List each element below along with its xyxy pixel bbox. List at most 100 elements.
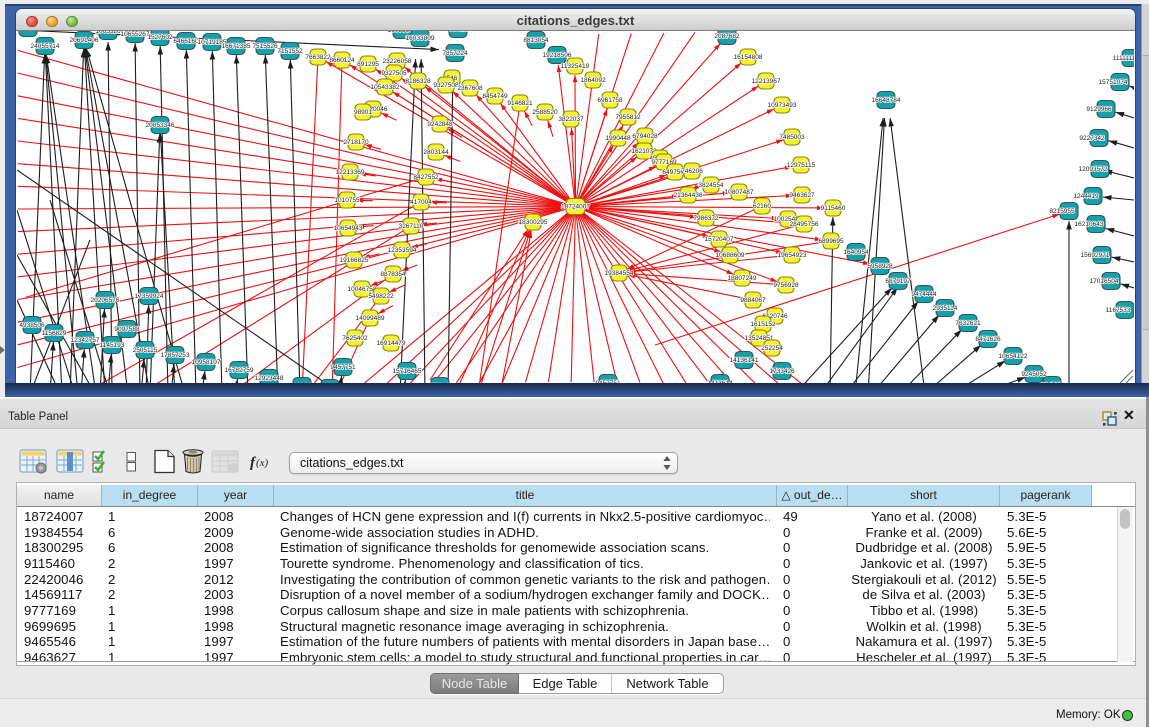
svg-text:18807249: 18807249 bbox=[728, 275, 757, 282]
svg-text:1065526: 1065526 bbox=[95, 31, 121, 35]
svg-text:7485003: 7485003 bbox=[779, 134, 805, 141]
svg-text:8878354: 8878354 bbox=[380, 271, 406, 278]
svg-text:3267110: 3267110 bbox=[399, 223, 424, 230]
svg-text:1615152: 1615152 bbox=[750, 321, 776, 328]
svg-text:1733426: 1733426 bbox=[769, 368, 795, 375]
svg-text:7625402: 7625402 bbox=[342, 335, 368, 342]
svg-text:12213369: 12213369 bbox=[336, 169, 365, 176]
svg-text:10543382: 10543382 bbox=[371, 84, 400, 91]
svg-text:6879197: 6879197 bbox=[885, 278, 911, 285]
svg-text:1244419: 1244419 bbox=[1073, 193, 1099, 200]
svg-text:21364436: 21364436 bbox=[674, 192, 703, 199]
svg-text:17857253: 17857253 bbox=[161, 352, 190, 359]
svg-text:7515526: 7515526 bbox=[252, 43, 278, 50]
svg-text:8186328: 8186328 bbox=[405, 78, 431, 85]
svg-text:8471626: 8471626 bbox=[975, 336, 1001, 343]
svg-text:10688609: 10688609 bbox=[716, 252, 745, 259]
svg-text:10958107: 10958107 bbox=[192, 359, 221, 366]
svg-text:3822037: 3822037 bbox=[558, 116, 584, 123]
svg-text:7955812: 7955812 bbox=[615, 114, 641, 121]
svg-text:20053346: 20053346 bbox=[146, 122, 175, 129]
svg-text:1111111: 1111111 bbox=[1113, 55, 1134, 62]
svg-text:16033809: 16033809 bbox=[406, 35, 435, 42]
svg-text:15720407: 15720407 bbox=[705, 236, 734, 243]
svg-text:7857224: 7857224 bbox=[445, 31, 471, 33]
svg-text:9129966: 9129966 bbox=[1086, 106, 1112, 113]
svg-text:9457751: 9457751 bbox=[330, 364, 356, 371]
svg-text:4938506: 4938506 bbox=[19, 322, 45, 329]
svg-text:1061206: 1061206 bbox=[17, 31, 41, 32]
svg-text:19384554: 19384554 bbox=[605, 270, 634, 277]
svg-text:20206576: 20206576 bbox=[91, 297, 120, 304]
svg-text:2718170: 2718170 bbox=[343, 139, 369, 146]
svg-text:10654943: 10654943 bbox=[334, 225, 363, 232]
svg-text:2803144: 2803144 bbox=[423, 149, 449, 156]
svg-text:9474444: 9474444 bbox=[911, 291, 937, 298]
svg-text:2505115: 2505115 bbox=[133, 347, 158, 354]
svg-text:2367608: 2367608 bbox=[457, 85, 483, 92]
svg-text:1167533: 1167533 bbox=[1106, 307, 1131, 314]
svg-text:9756928: 9756928 bbox=[773, 282, 799, 289]
svg-text:12093572: 12093572 bbox=[1079, 166, 1108, 173]
svg-text:2588520: 2588520 bbox=[532, 109, 558, 116]
svg-text:24055714: 24055714 bbox=[31, 43, 60, 50]
svg-text:18724007: 18724007 bbox=[561, 204, 590, 211]
svg-text:19218506: 19218506 bbox=[543, 52, 572, 59]
svg-text:746206: 746206 bbox=[681, 168, 703, 175]
svg-text:7857224: 7857224 bbox=[442, 50, 468, 57]
svg-text:16154808: 16154808 bbox=[734, 54, 763, 61]
svg-text:1990448: 1990448 bbox=[605, 135, 631, 142]
svg-text:10973493: 10973493 bbox=[768, 102, 797, 109]
svg-text:2087682: 2087682 bbox=[714, 33, 740, 40]
svg-text:7632621: 7632621 bbox=[955, 320, 981, 327]
svg-text:6466160: 6466160 bbox=[173, 38, 199, 45]
svg-text:28495756: 28495756 bbox=[790, 221, 819, 228]
svg-text:20691406: 20691406 bbox=[70, 37, 99, 44]
svg-text:417004: 417004 bbox=[410, 199, 432, 206]
svg-text:9146821: 9146821 bbox=[507, 100, 533, 107]
svg-text:1640954: 1640954 bbox=[843, 249, 869, 256]
svg-text:1145193: 1145193 bbox=[100, 342, 125, 349]
svg-text:(x): (x) bbox=[256, 457, 269, 469]
svg-text:12353594: 12353594 bbox=[388, 247, 417, 254]
svg-text:14136141: 14136141 bbox=[730, 357, 759, 364]
svg-text:8427552: 8427552 bbox=[413, 174, 439, 181]
svg-text:19166825: 19166825 bbox=[340, 257, 369, 264]
svg-text:9327508: 9327508 bbox=[433, 82, 459, 89]
svg-text:7986372: 7986372 bbox=[693, 215, 719, 222]
svg-text:1864092: 1864092 bbox=[580, 77, 606, 84]
svg-text:6899695: 6899695 bbox=[818, 238, 844, 245]
svg-text:15716465: 15716465 bbox=[393, 368, 422, 375]
svg-text:16914479: 16914479 bbox=[377, 340, 406, 347]
svg-text:1527602: 1527602 bbox=[147, 34, 173, 41]
svg-text:16210643: 16210643 bbox=[1075, 221, 1104, 228]
svg-text:9245052: 9245052 bbox=[1021, 371, 1047, 378]
svg-text:10046758: 10046758 bbox=[348, 286, 377, 293]
svg-text:12213967: 12213967 bbox=[752, 78, 781, 85]
svg-text:16648784: 16648784 bbox=[872, 97, 901, 104]
svg-text:17016504: 17016504 bbox=[1090, 278, 1119, 285]
svg-text:10655267: 10655267 bbox=[121, 31, 150, 38]
svg-text:5498222: 5498222 bbox=[368, 293, 394, 300]
svg-text:23226058: 23226058 bbox=[383, 58, 412, 65]
svg-text:7663822: 7663822 bbox=[305, 54, 331, 61]
svg-text:6794028: 6794028 bbox=[632, 133, 658, 140]
svg-text:12342757: 12342757 bbox=[71, 337, 100, 344]
svg-text:252254: 252254 bbox=[761, 345, 783, 352]
svg-text:98901: 98901 bbox=[354, 109, 372, 116]
svg-text:15692971: 15692971 bbox=[1081, 252, 1110, 259]
svg-text:9115460: 9115460 bbox=[821, 205, 846, 212]
svg-text:9884067: 9884067 bbox=[740, 297, 766, 304]
svg-text:12975115: 12975115 bbox=[787, 162, 816, 169]
svg-text:8454749: 8454749 bbox=[482, 93, 508, 100]
svg-text:10807487: 10807487 bbox=[725, 189, 754, 196]
svg-text:62160: 62160 bbox=[753, 203, 771, 210]
svg-text:17359924: 17359924 bbox=[135, 293, 164, 300]
svg-text:9242848: 9242848 bbox=[427, 121, 453, 128]
svg-text:15751074: 15751074 bbox=[1099, 79, 1128, 86]
svg-text:2935114: 2935114 bbox=[933, 305, 958, 312]
svg-text:14099489: 14099489 bbox=[356, 315, 385, 322]
svg-text:9097588: 9097588 bbox=[114, 326, 140, 333]
svg-text:9227342: 9227342 bbox=[1079, 135, 1105, 142]
svg-text:11325419: 11325419 bbox=[561, 63, 590, 70]
